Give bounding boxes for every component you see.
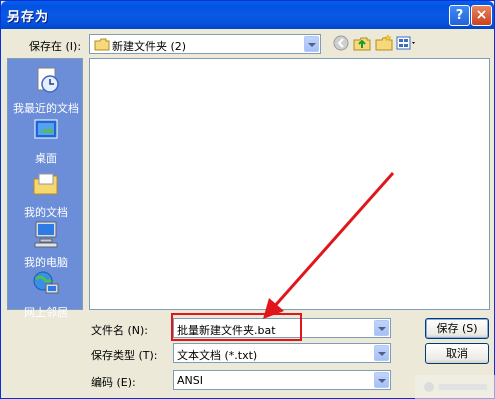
watermark-logo — [415, 375, 495, 399]
save-as-dialog: 另存为 ? × 保存在 (I): 新建文件夹 (2) 我最近的文档 桌面 我的文… — [0, 0, 495, 399]
annotation-arrow — [263, 172, 395, 319]
